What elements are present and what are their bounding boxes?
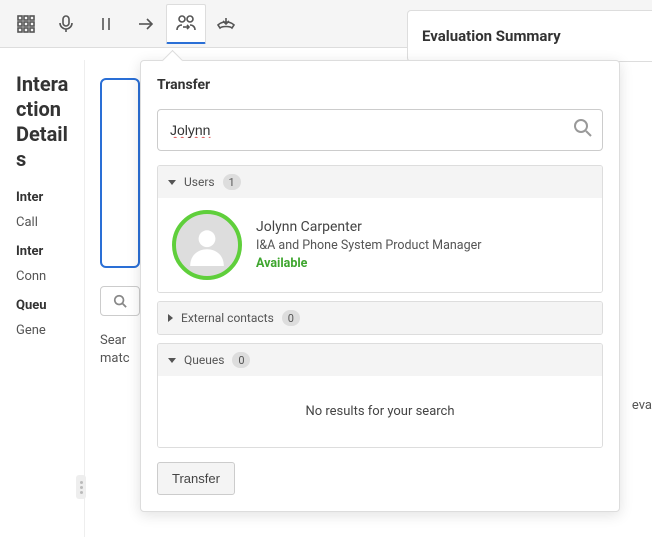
search-button[interactable] xyxy=(100,286,140,316)
chevron-down-icon xyxy=(168,180,176,185)
chevron-down-icon xyxy=(168,358,176,363)
resize-grip[interactable] xyxy=(76,475,86,499)
detail-label: Queu xyxy=(16,298,76,313)
queues-section-header[interactable]: Queues 0 xyxy=(158,344,602,376)
details-sidebar: Interaction Details Inter Call Inter Con… xyxy=(0,60,85,537)
detail-value: Conn xyxy=(16,269,76,284)
pause-icon[interactable] xyxy=(86,4,126,44)
detail-value: Gene xyxy=(16,323,76,338)
external-contacts-section: External contacts 0 xyxy=(157,301,603,335)
arrow-right-icon[interactable] xyxy=(126,4,166,44)
search-icon xyxy=(573,118,593,142)
count-badge: 0 xyxy=(232,352,250,368)
external-section-header[interactable]: External contacts 0 xyxy=(158,302,602,334)
users-section-body: Jolynn Carpenter I&A and Phone System Pr… xyxy=(158,198,602,292)
hangup-icon[interactable] xyxy=(206,4,246,44)
queues-section-body: No results for your search xyxy=(158,376,602,447)
count-badge: 1 xyxy=(223,174,241,190)
no-results-text: No results for your search xyxy=(172,388,588,435)
users-section-header[interactable]: Users 1 xyxy=(158,166,602,198)
user-meta: Jolynn Carpenter I&A and Phone System Pr… xyxy=(256,219,481,271)
evaluation-title: Evaluation Summary xyxy=(422,27,638,45)
user-status: Available xyxy=(256,256,481,271)
partial-text: eva xyxy=(632,398,652,413)
users-section: Users 1 Jolynn Carpenter I&A and Phone S… xyxy=(157,165,603,293)
detail-label: Inter xyxy=(16,190,76,205)
transfer-search-input[interactable] xyxy=(157,109,603,151)
transfer-popover: Transfer Users 1 Jolynn Carpenter I&A an… xyxy=(140,60,620,512)
queues-section: Queues 0 No results for your search xyxy=(157,343,603,448)
section-label: Queues xyxy=(184,353,224,367)
mic-icon[interactable] xyxy=(46,4,86,44)
sidebar-title: Interaction Details xyxy=(16,72,76,172)
transfer-search-wrap xyxy=(157,109,603,151)
active-interaction-card[interactable] xyxy=(100,78,140,268)
count-badge: 0 xyxy=(282,310,300,326)
user-title: I&A and Phone System Product Manager xyxy=(256,238,481,253)
chevron-right-icon xyxy=(168,314,173,322)
section-label: External contacts xyxy=(181,311,274,325)
transfer-button[interactable]: Transfer xyxy=(157,462,235,495)
user-name: Jolynn Carpenter xyxy=(256,219,481,235)
popover-title: Transfer xyxy=(157,77,603,93)
user-result-row[interactable]: Jolynn Carpenter I&A and Phone System Pr… xyxy=(172,210,588,280)
section-label: Users xyxy=(184,175,215,189)
evaluation-panel: Evaluation Summary xyxy=(407,10,652,62)
transfer-icon[interactable] xyxy=(166,4,206,44)
avatar xyxy=(172,210,242,280)
detail-value: Call xyxy=(16,215,76,230)
detail-label: Inter xyxy=(16,244,76,259)
dialpad-icon[interactable] xyxy=(6,4,46,44)
